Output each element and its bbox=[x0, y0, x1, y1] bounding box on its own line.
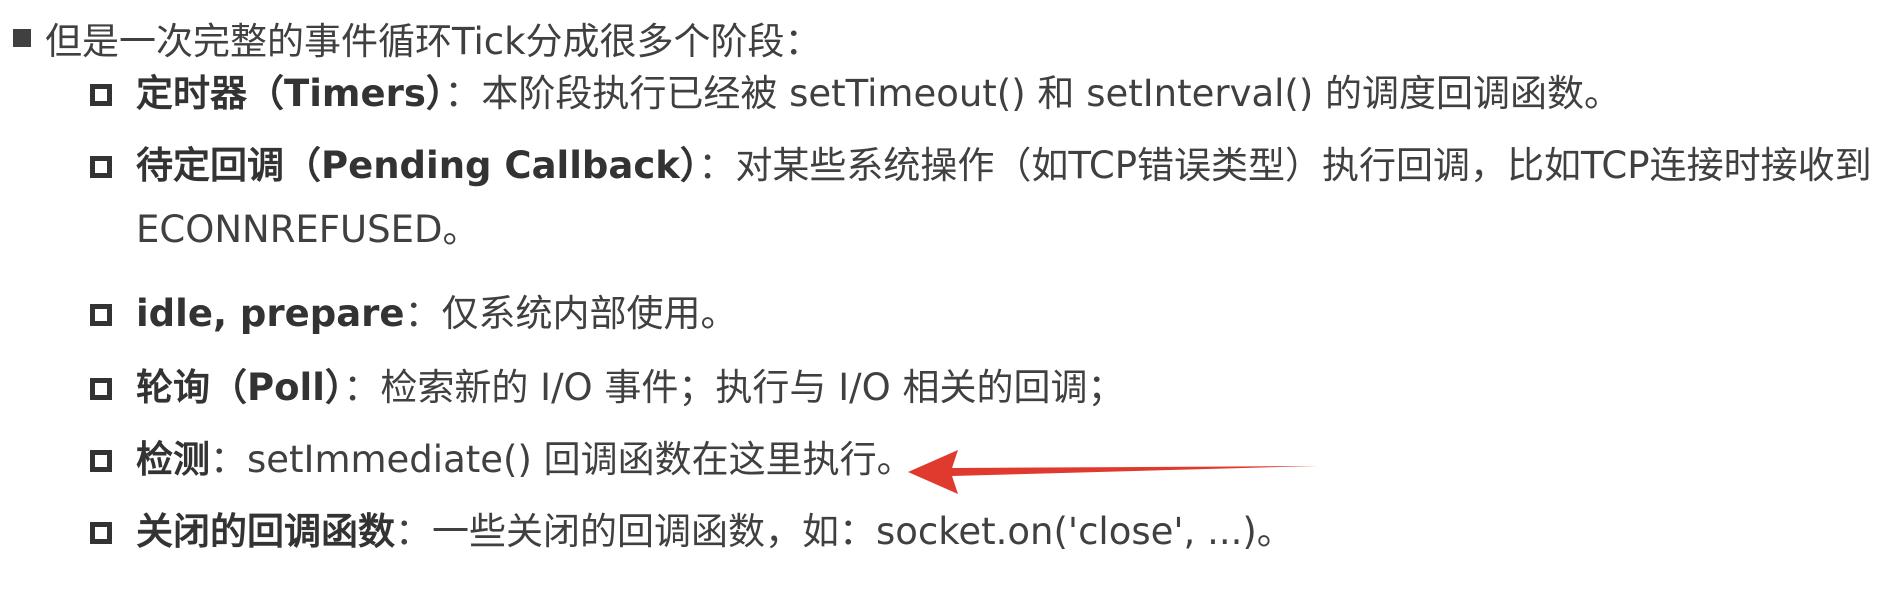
phase-text: 待定回调（Pending Callback）：对某些系统操作（如TCP错误类型）… bbox=[136, 134, 1872, 262]
phase-description-continued: ECONNREFUSED。 bbox=[136, 208, 480, 251]
phase-description: 一些关闭的回调函数，如：socket.on('close', ...)。 bbox=[432, 510, 1294, 553]
phase-item-poll: 轮询（Poll）：检索新的 I/O 事件；执行与 I/O 相关的回调； bbox=[90, 356, 1124, 420]
slide: 但是一次完整的事件循环Tick分成很多个阶段： 定时器（Timers）：本阶段执… bbox=[0, 0, 1898, 591]
hollow-square-bullet-icon bbox=[90, 450, 112, 472]
phase-item-check: 检测：setImmediate() 回调函数在这里执行。 bbox=[90, 428, 914, 492]
phase-text: 定时器（Timers）：本阶段执行已经被 setTimeout() 和 setI… bbox=[136, 62, 1621, 126]
phase-term: idle, prepare bbox=[136, 292, 405, 335]
phase-separator: ： bbox=[210, 438, 247, 481]
phase-description: 检索新的 I/O 事件；执行与 I/O 相关的回调； bbox=[380, 366, 1125, 409]
phase-text: 关闭的回调函数：一些关闭的回调函数，如：socket.on('close', .… bbox=[136, 500, 1294, 564]
heading-text: 但是一次完整的事件循环Tick分成很多个阶段： bbox=[45, 20, 822, 63]
phase-term: 定时器（Timers） bbox=[136, 72, 445, 115]
square-bullet-icon bbox=[13, 29, 31, 47]
phase-separator: ： bbox=[404, 292, 442, 335]
phase-item-close-callbacks: 关闭的回调函数：一些关闭的回调函数，如：socket.on('close', .… bbox=[90, 500, 1294, 564]
phase-term: 待定回调（Pending Callback） bbox=[136, 144, 699, 187]
phase-separator: ： bbox=[698, 144, 736, 187]
phase-description: 仅系统内部使用。 bbox=[441, 292, 738, 335]
phase-text: idle, prepare：仅系统内部使用。 bbox=[136, 282, 738, 346]
phase-term: 轮询（Poll） bbox=[136, 366, 344, 409]
phase-item-pending-callback: 待定回调（Pending Callback）：对某些系统操作（如TCP错误类型）… bbox=[90, 134, 1872, 262]
phase-separator: ： bbox=[444, 72, 482, 115]
phase-term: 关闭的回调函数 bbox=[136, 510, 395, 553]
heading: 但是一次完整的事件循环Tick分成很多个阶段： bbox=[13, 14, 822, 63]
phase-separator: ： bbox=[395, 510, 432, 553]
phase-description: setImmediate() 回调函数在这里执行。 bbox=[247, 438, 914, 481]
hollow-square-bullet-icon bbox=[90, 378, 112, 400]
phase-text: 检测：setImmediate() 回调函数在这里执行。 bbox=[136, 428, 914, 492]
hollow-square-bullet-icon bbox=[90, 156, 112, 178]
phase-item-timers: 定时器（Timers）：本阶段执行已经被 setTimeout() 和 setI… bbox=[90, 62, 1621, 126]
phase-text: 轮询（Poll）：检索新的 I/O 事件；执行与 I/O 相关的回调； bbox=[136, 356, 1124, 420]
hollow-square-bullet-icon bbox=[90, 84, 112, 106]
phase-term: 检测 bbox=[136, 438, 210, 481]
hollow-square-bullet-icon bbox=[90, 522, 112, 544]
phase-description: 本阶段执行已经被 setTimeout() 和 setInterval() 的调… bbox=[481, 72, 1622, 115]
hollow-square-bullet-icon bbox=[90, 304, 112, 326]
phase-item-idle-prepare: idle, prepare：仅系统内部使用。 bbox=[90, 282, 738, 346]
phase-separator: ： bbox=[343, 366, 381, 409]
phase-description: 对某些系统操作（如TCP错误类型）执行回调，比如TCP连接时接收到 bbox=[735, 144, 1872, 187]
